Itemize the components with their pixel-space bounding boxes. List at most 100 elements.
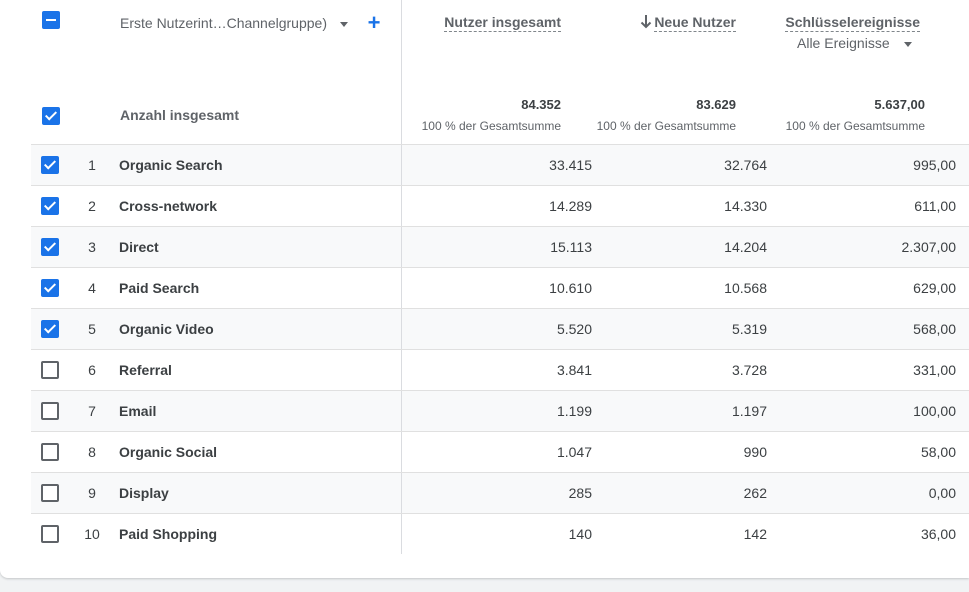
total-users-cell: 3.841 xyxy=(556,362,592,378)
table-row[interactable]: 8 Organic Social 1.047 990 58,00 xyxy=(31,431,969,472)
channel-name: Display xyxy=(119,485,169,501)
event-filter-value: Alle Ereignisse xyxy=(797,35,890,51)
column-header-total-users[interactable]: Nutzer insgesamt xyxy=(444,14,561,32)
column-header-label: Neue Nutzer xyxy=(654,14,736,32)
table-row[interactable]: 3 Direct 15.113 14.204 2.307,00 xyxy=(31,226,969,267)
row-checkbox[interactable] xyxy=(41,238,59,256)
key-events-cell: 629,00 xyxy=(913,280,956,296)
row-index: 4 xyxy=(88,280,96,296)
dimension-label: Erste Nutzerint…Channelgruppe) xyxy=(120,15,327,31)
total-users-share: 100 % der Gesamtsumme xyxy=(421,119,561,133)
row-index: 5 xyxy=(88,321,96,337)
row-checkbox[interactable] xyxy=(41,320,59,338)
row-checkbox[interactable] xyxy=(41,525,59,543)
channel-name: Referral xyxy=(119,362,172,378)
total-users-cell: 14.289 xyxy=(549,198,592,214)
total-users-cell: 5.520 xyxy=(556,321,592,337)
report-table-card: Erste Nutzerint…Channelgruppe) + Nutzer … xyxy=(0,0,969,578)
row-checkbox[interactable] xyxy=(41,156,59,174)
event-filter-select[interactable]: Alle Ereignisse xyxy=(797,35,890,51)
select-all-checkbox[interactable] xyxy=(42,11,60,29)
channel-name: Cross-network xyxy=(119,198,218,214)
key-events-cell: 995,00 xyxy=(913,157,956,173)
row-checkbox[interactable] xyxy=(41,361,59,379)
total-users-value: 84.352 xyxy=(521,97,561,112)
row-column-divider xyxy=(401,514,402,554)
row-index: 2 xyxy=(88,198,96,214)
total-users-cell: 1.047 xyxy=(556,444,592,460)
key-events-cell: 568,00 xyxy=(913,321,956,337)
row-column-divider xyxy=(401,227,402,267)
total-key-events-value: 5.637,00 xyxy=(874,97,925,112)
row-index: 8 xyxy=(88,444,96,460)
total-users-cell: 10.610 xyxy=(549,280,592,296)
row-index: 6 xyxy=(88,362,96,378)
key-events-cell: 2.307,00 xyxy=(901,239,957,255)
channel-name: Organic Video xyxy=(119,321,214,337)
row-checkbox[interactable] xyxy=(41,279,59,297)
new-users-cell: 5.319 xyxy=(731,321,767,337)
table-row[interactable]: 5 Organic Video 5.520 5.319 568,00 xyxy=(31,308,969,349)
total-users-cell: 285 xyxy=(568,485,592,501)
row-column-divider xyxy=(401,186,402,226)
channel-name: Organic Social xyxy=(119,444,218,460)
channel-name: Email xyxy=(119,403,157,419)
channel-name: Paid Search xyxy=(119,280,200,296)
event-filter-dropdown-arrow-icon[interactable] xyxy=(904,42,912,47)
new-users-cell: 14.204 xyxy=(724,239,767,255)
row-column-divider xyxy=(401,350,402,390)
total-users-cell: 140 xyxy=(568,526,592,542)
channel-name: Organic Search xyxy=(119,157,223,173)
sort-descending-arrow-icon[interactable] xyxy=(640,14,652,30)
row-column-divider xyxy=(401,432,402,472)
table-row[interactable]: 7 Email 1.199 1.197 100,00 xyxy=(31,390,969,431)
row-checkbox[interactable] xyxy=(41,402,59,420)
table-row[interactable]: 9 Display 285 262 0,00 xyxy=(31,472,969,513)
row-index: 10 xyxy=(84,526,100,542)
total-new-users-share: 100 % der Gesamtsumme xyxy=(596,119,736,133)
add-dimension-icon[interactable]: + xyxy=(365,12,383,34)
new-users-cell: 10.568 xyxy=(724,280,767,296)
new-users-cell: 14.330 xyxy=(724,198,767,214)
new-users-cell: 3.728 xyxy=(731,362,767,378)
dimension-dropdown-arrow-icon[interactable] xyxy=(340,22,348,27)
table-row[interactable]: 6 Referral 3.841 3.728 331,00 xyxy=(31,349,969,390)
total-new-users-value: 83.629 xyxy=(696,97,736,112)
dimension-selector[interactable]: Erste Nutzerint…Channelgruppe) xyxy=(120,15,327,31)
column-header-new-users[interactable]: Neue Nutzer xyxy=(654,14,736,32)
total-users-cell: 15.113 xyxy=(550,239,592,255)
column-header-key-events[interactable]: Schlüsselereignisse xyxy=(785,14,920,32)
row-index: 1 xyxy=(88,157,96,173)
row-index: 9 xyxy=(88,485,96,501)
channel-name: Paid Shopping xyxy=(119,526,217,542)
new-users-cell: 142 xyxy=(743,526,767,542)
row-column-divider xyxy=(401,473,402,513)
key-events-cell: 0,00 xyxy=(928,485,956,501)
row-column-divider xyxy=(401,268,402,308)
new-users-cell: 1.197 xyxy=(731,403,767,419)
table-row[interactable]: 10 Paid Shopping 140 142 36,00 xyxy=(31,513,969,554)
key-events-cell: 36,00 xyxy=(920,526,956,542)
key-events-cell: 58,00 xyxy=(920,444,956,460)
new-users-cell: 990 xyxy=(743,444,767,460)
key-events-cell: 100,00 xyxy=(913,403,956,419)
totals-label: Anzahl insgesamt xyxy=(120,107,240,123)
column-header-label: Schlüsselereignisse xyxy=(785,14,920,32)
row-column-divider xyxy=(401,391,402,431)
row-checkbox[interactable] xyxy=(41,484,59,502)
column-header-label: Nutzer insgesamt xyxy=(444,14,561,32)
new-users-cell: 32.764 xyxy=(724,157,767,173)
total-users-cell: 1.199 xyxy=(556,403,592,419)
table-row[interactable]: 1 Organic Search 33.415 32.764 995,00 xyxy=(31,144,969,185)
key-events-cell: 611,00 xyxy=(914,198,956,214)
table-row[interactable]: 2 Cross-network 14.289 14.330 611,00 xyxy=(31,185,969,226)
row-checkbox[interactable] xyxy=(41,197,59,215)
row-index: 3 xyxy=(88,239,96,255)
row-checkbox[interactable] xyxy=(41,443,59,461)
row-index: 7 xyxy=(88,403,96,419)
new-users-cell: 262 xyxy=(743,485,767,501)
totals-checkbox[interactable] xyxy=(42,107,60,125)
total-key-events-share: 100 % der Gesamtsumme xyxy=(785,119,925,133)
row-column-divider xyxy=(401,145,402,185)
table-row[interactable]: 4 Paid Search 10.610 10.568 629,00 xyxy=(31,267,969,308)
